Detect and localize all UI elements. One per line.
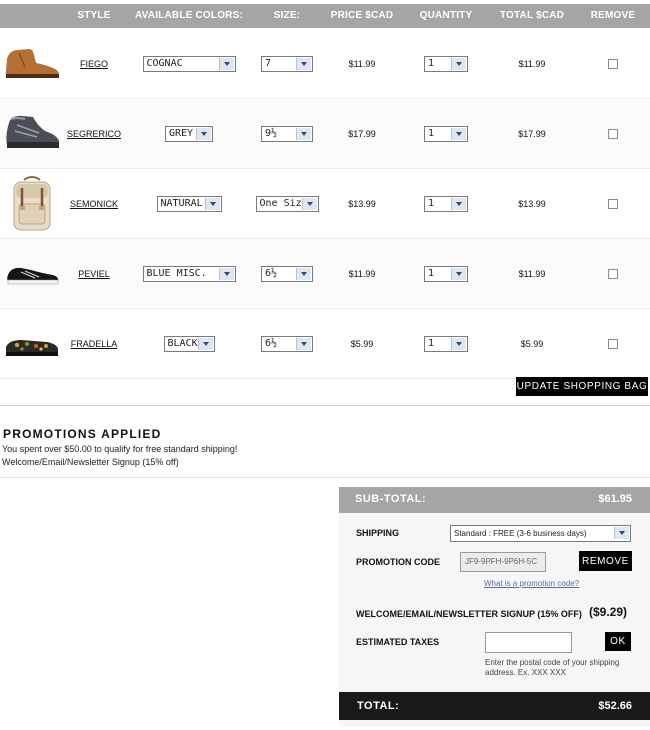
promotion-line: You spent over $50.00 to qualify for fre… [2,444,238,454]
chevron-down-icon [296,57,311,70]
chevron-down-icon [451,267,466,280]
quantity-select[interactable]: 1 [424,335,468,352]
postal-code-input[interactable] [485,632,572,653]
chevron-down-icon [296,337,311,350]
subtotal-bar: SUB-TOTAL: $61.95 [339,487,650,513]
product-image-sneaker[interactable] [5,263,61,287]
unit-price: $11.99 [348,58,376,69]
chevron-down-icon [451,197,466,210]
unit-price: $5.99 [350,338,374,349]
product-name-link[interactable]: FRADELLA [71,339,118,349]
header-colors: AVAILABLE COLORS: [134,10,244,21]
cart-row: SEMONICK NATURAL One Size $13.99 1 $13.9… [0,169,650,239]
unit-price: $13.99 [348,198,376,209]
header-quantity: QUANTITY [419,10,473,21]
chevron-down-icon [614,527,629,539]
remove-checkbox[interactable] [608,198,618,209]
chevron-down-icon [197,337,213,350]
header-price: PRICE $CAD [330,10,394,21]
subtotal-label: SUB-TOTAL: [355,493,427,505]
color-select[interactable]: GREY [165,125,213,142]
promotion-code-label: PROMOTION CODE [356,557,441,567]
color-select[interactable]: NATURAL [156,195,222,212]
cart-table-header: STYLE AVAILABLE COLORS: SIZE: PRICE $CAD… [0,4,650,28]
line-total: $17.99 [518,128,546,139]
discount-value: ($9.29) [589,605,628,619]
cart-row: FIEGO COGNAC 7 $11.99 1 $11.99 [0,29,650,99]
quantity-select[interactable]: 1 [424,125,468,142]
cart-row: SEGRERICO GREY 9½ $17.99 1 $17.99 [0,99,650,169]
update-shopping-bag-button[interactable]: UPDATE SHOPPING BAG [516,377,648,396]
color-select[interactable]: BLUE MISC. [142,265,236,282]
taxes-note: Enter the postal code of your shipping a… [485,658,620,677]
remove-checkbox[interactable] [608,338,618,349]
chevron-down-icon [296,267,311,280]
quantity-select[interactable]: 1 [424,265,468,282]
product-image-slip-on[interactable] [3,337,61,359]
product-name-link[interactable]: FIEGO [80,59,108,69]
estimated-taxes-label: ESTIMATED TAXES [356,637,440,647]
total-label: TOTAL: [357,700,400,712]
product-name-link[interactable]: SEGRERICO [67,129,121,139]
discount-label: WELCOME/EMAIL/NEWSLETTER SIGNUP (15% OFF… [356,609,582,619]
remove-promotion-button[interactable]: REMOVE [579,551,632,571]
line-total: $13.99 [518,198,546,209]
section-divider [0,405,650,406]
shipping-select[interactable]: Standard : FREE (3-6 business days) [450,525,631,542]
chevron-down-icon [301,197,317,210]
header-size: SIZE: [273,10,301,21]
shipping-label: SHIPPING [356,528,400,538]
unit-price: $11.99 [348,268,376,279]
product-name-link[interactable]: SEMONICK [70,199,118,209]
color-select[interactable]: BLACK [163,335,215,352]
size-select[interactable]: One Size [255,195,319,212]
size-select[interactable]: 9½ [261,125,313,142]
unit-price: $17.99 [348,128,376,139]
chevron-down-icon [204,197,220,210]
color-select[interactable]: COGNAC [142,55,236,72]
cart-row: FRADELLA BLACK 6½ $5.99 1 $5.99 [0,309,650,379]
product-name-link[interactable]: PEVIEL [78,269,110,279]
promotion-line: Welcome/Email/Newsletter Signup (15% off… [2,457,179,467]
chevron-down-icon [296,127,311,140]
quantity-select[interactable]: 1 [424,195,468,212]
total-bar: TOTAL: $52.66 [339,692,650,720]
chevron-down-icon [451,57,466,70]
line-total: $11.99 [518,268,546,279]
header-total: TOTAL $CAD [499,10,565,21]
remove-checkbox[interactable] [608,128,618,139]
header-style: STYLE [77,10,111,21]
header-remove: REMOVE [590,10,636,21]
product-image-boot[interactable] [3,47,61,81]
quantity-select[interactable]: 1 [424,55,468,72]
chevron-down-icon [196,127,211,140]
cart-row: PEVIEL BLUE MISC. 6½ $11.99 1 $11.99 [0,239,650,309]
line-total: $5.99 [520,338,544,349]
size-select[interactable]: 6½ [261,335,313,352]
chevron-down-icon [218,267,234,280]
section-divider [0,477,650,478]
promotion-code-help-link[interactable]: What is a promotion code? [484,579,579,588]
total-value: $52.66 [598,700,632,712]
remove-checkbox[interactable] [608,268,618,279]
line-total: $11.99 [518,58,546,69]
ok-button[interactable]: OK [605,632,631,651]
product-image-sneaker[interactable] [3,113,61,153]
remove-checkbox[interactable] [608,58,618,69]
chevron-down-icon [218,57,234,70]
chevron-down-icon [451,127,466,140]
product-image-backpack[interactable] [6,174,58,234]
promotion-code-field[interactable]: JF9-9PFH-9P6H-5C [460,552,546,572]
size-select[interactable]: 7 [261,55,313,72]
promotions-title: PROMOTIONS APPLIED [3,427,162,441]
size-select[interactable]: 6½ [261,265,313,282]
subtotal-value: $61.95 [598,493,632,505]
chevron-down-icon [451,337,466,350]
